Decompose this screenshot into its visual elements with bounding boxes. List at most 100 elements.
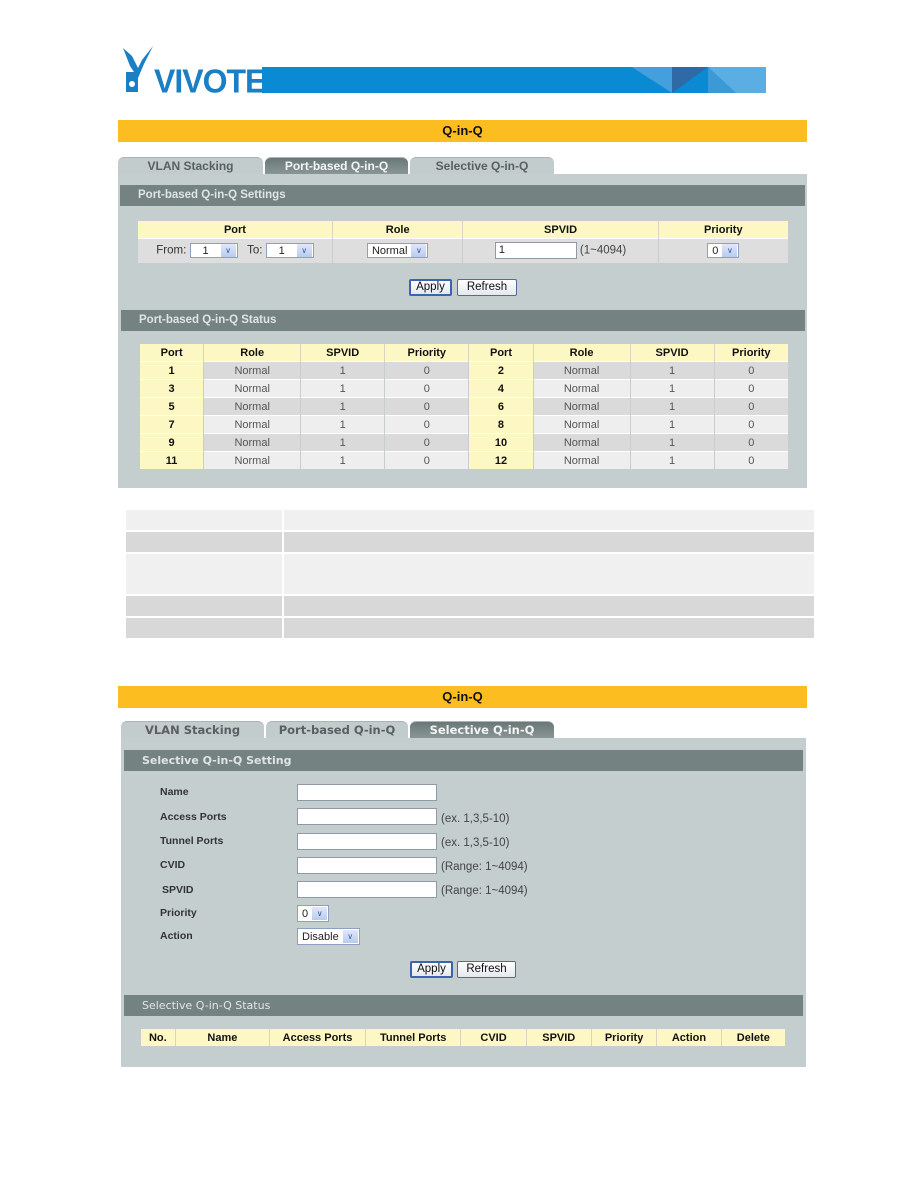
tab-port-based-qinq[interactable]: Port-based Q-in-Q [266,721,408,738]
role-b-cell: Normal [533,451,631,469]
role-a-cell: Normal [203,397,302,416]
desc-text [282,508,816,532]
prio-b-cell: 0 [714,397,788,416]
desc-label [124,552,284,596]
panel1-tabs: VLAN Stacking Port-based Q-in-Q Selectiv… [118,157,556,174]
priority-select[interactable]: 0 ∨ [297,905,330,922]
settings-section-title: Port-based Q-in-Q Settings [138,189,286,201]
panel2-title-bar: Q-in-Q [118,686,807,708]
setting-section-title: Selective Q-in-Q Setting [142,754,292,767]
port-b-cell: 8 [468,415,534,434]
access-ports-label: Access Ports [160,811,227,823]
role-a-cell: Normal [203,415,302,434]
panel2-body [121,738,806,1067]
spvid-field[interactable] [297,881,437,898]
col-spvid: SPVID [462,221,659,239]
name-label: Name [160,786,189,798]
desc-text [282,594,816,618]
role-b-cell: Normal [533,379,631,398]
from-port-select[interactable]: 1 ∨ [189,243,238,259]
role-b-cell: Normal [533,361,631,380]
selective-status-table: No. Name Access Ports Tunnel Ports CVID … [141,1029,785,1046]
tab-vlan-stacking[interactable]: VLAN Stacking [121,721,264,738]
cvid-label: CVID [160,859,186,871]
chevron-down-icon: ∨ [312,907,328,920]
col-access-ports: Access Ports [269,1029,366,1046]
priority-select[interactable]: 0 ∨ [707,243,740,259]
tunnel-ports-label: Tunnel Ports [160,835,224,847]
table-row: 5 Normal 1 0 6 Normal 1 0 [140,397,788,416]
desc-text [282,616,816,640]
prio-b-cell: 0 [714,415,788,434]
spvid-a-cell: 1 [300,379,386,398]
spvid-range-hint: (Range: 1~4094) [441,885,528,897]
desc-label [124,530,284,554]
action-select[interactable]: Disable ∨ [297,928,360,945]
table-row: 7 Normal 1 0 8 Normal 1 0 [140,415,788,434]
role-select[interactable]: Normal ∨ [366,243,429,259]
apply-button[interactable]: Apply [410,961,453,978]
col-port: Port [138,221,333,239]
tunnel-ports-input[interactable] [297,833,437,850]
col-priority-a: Priority [384,344,470,362]
prio-a-cell: 0 [384,379,470,398]
chevron-down-icon: ∨ [220,244,236,258]
spvid-a-cell: 1 [300,397,386,416]
desc-text [282,530,816,554]
panel2-tabs: VLAN Stacking Port-based Q-in-Q Selectiv… [121,721,556,738]
panel2-title: Q-in-Q [442,689,483,704]
col-action: Action [656,1029,722,1046]
port-based-settings-header: Port-based Q-in-Q Settings [120,185,805,206]
prio-a-cell: 0 [384,451,470,469]
name-input[interactable] [297,784,437,801]
logo-banner-bar [262,67,766,93]
cvid-hint: (Range: 1~4094) [441,861,528,873]
port-based-status-header: Port-based Q-in-Q Status [121,310,805,331]
access-ports-input[interactable] [297,808,437,825]
priority-cell: 0 ∨ [658,238,788,263]
logo-bird-icon [123,46,153,92]
spvid-cell: 1 (1~4094) [462,238,659,263]
access-ports-hint: (ex. 1,3,5-10) [441,813,510,825]
port-based-settings-table: Port Role SPVID Priority From: 1 ∨ To: 1 ∨… [138,221,788,263]
tab-port-based-qinq[interactable]: Port-based Q-in-Q [265,157,408,174]
selective-setting-header: Selective Q-in-Q Setting [124,750,803,771]
chevron-down-icon: ∨ [342,930,358,943]
role-a-cell: Normal [203,361,302,380]
tab-selective-qinq[interactable]: Selective Q-in-Q [410,157,554,174]
chevron-down-icon: ∨ [722,244,738,258]
banner-triangles-icon [632,67,766,93]
port-range-cell: From: 1 ∨ To: 1 ∨ [138,238,333,263]
table-row: 11 Normal 1 0 12 Normal 1 0 [140,451,788,469]
col-priority-b: Priority [714,344,788,362]
role-a-cell: Normal [203,379,302,398]
action-label: Action [160,930,193,942]
refresh-button[interactable]: Refresh [457,961,516,978]
col-port-a: Port [140,344,205,362]
panel1-title: Q-in-Q [442,123,483,138]
desc-label [124,508,284,532]
tab-selective-qinq[interactable]: Selective Q-in-Q [410,721,554,738]
spvid-a-cell: 1 [300,361,386,380]
col-tunnel-ports: Tunnel Ports [365,1029,462,1046]
col-role: Role [332,221,464,239]
refresh-button[interactable]: Refresh [457,279,517,296]
col-port-b: Port [468,344,534,362]
spvid-input[interactable]: 1 [494,242,577,260]
cvid-input[interactable] [297,857,437,874]
port-based-status-table: Port Role SPVID Priority Port Role SPVID… [140,344,788,469]
col-spvid-a: SPVID [300,344,386,362]
port-a-cell: 9 [140,433,205,452]
spvid-hint: (1~4094) [579,244,627,257]
tab-vlan-stacking[interactable]: VLAN Stacking [118,157,263,174]
spvid-b-cell: 1 [630,361,715,380]
col-spvid: SPVID [526,1029,592,1046]
spvid-b-cell: 1 [630,379,715,398]
spvid-label: SPVID [162,884,194,896]
desc-text [282,552,816,596]
role-cell: Normal ∨ [332,238,464,263]
apply-button[interactable]: Apply [409,279,452,296]
desc-label [124,616,284,640]
to-port-select[interactable]: 1 ∨ [265,243,314,259]
spvid-b-cell: 1 [630,397,715,416]
